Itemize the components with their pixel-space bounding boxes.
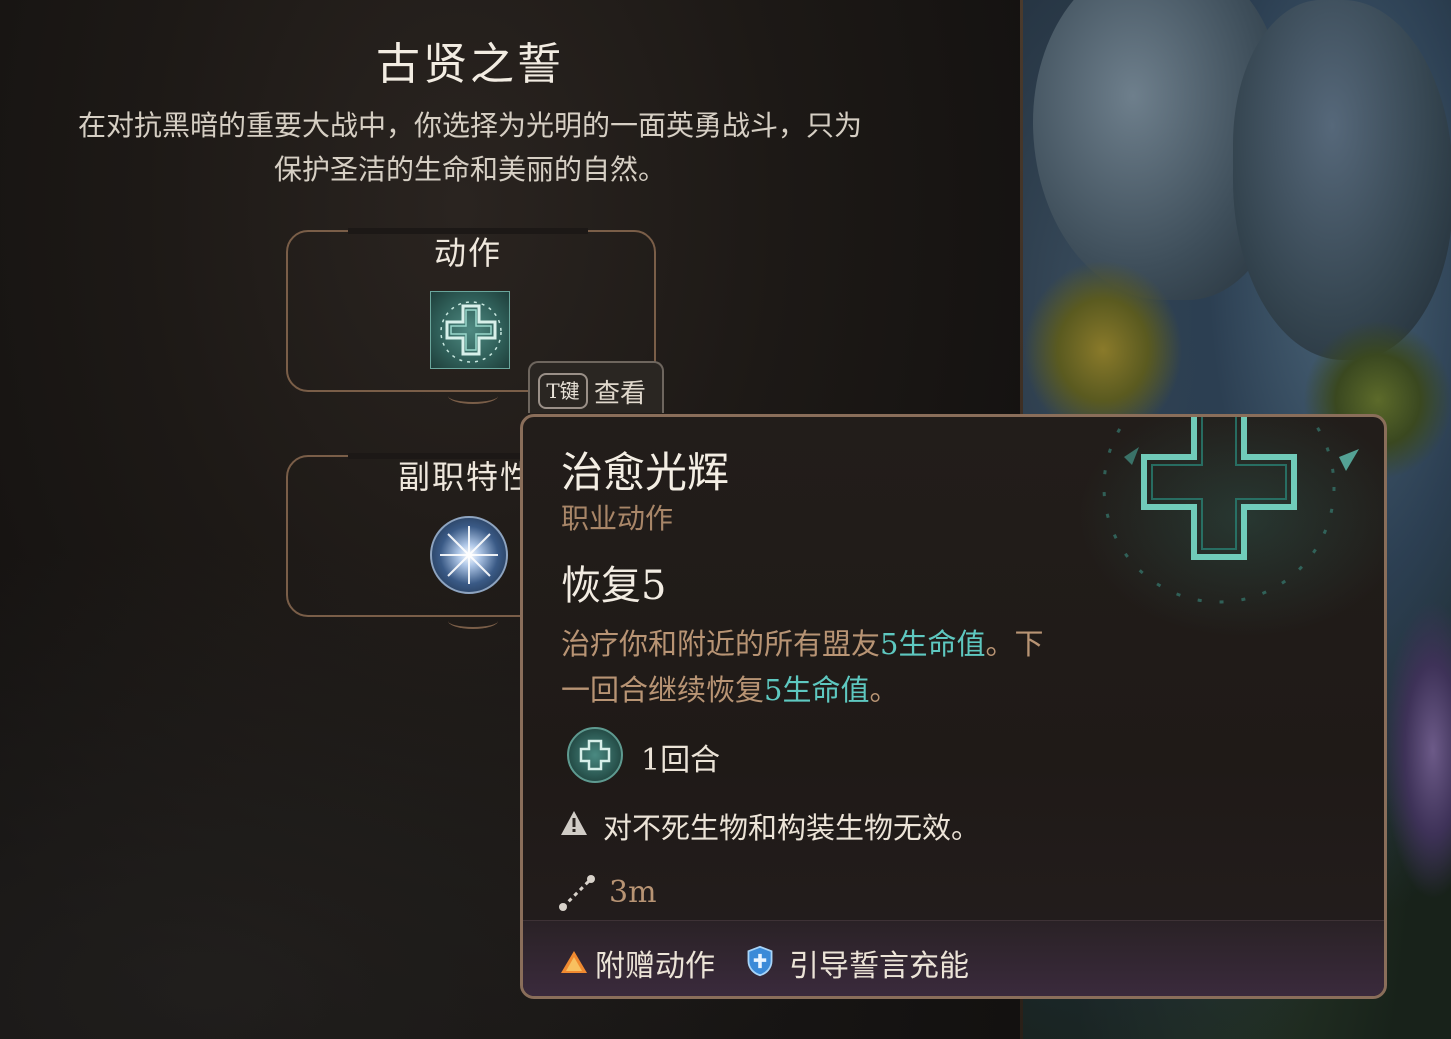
range-icon <box>559 875 595 911</box>
inspect-hint[interactable]: T键 查看 <box>528 361 664 413</box>
ability-heal-title: 恢复5 <box>561 563 667 609</box>
channel-oath-label: 引导誓言充能 <box>789 949 969 984</box>
tooltip-footer: 附赠动作 引导誓言充能 <box>523 920 1384 996</box>
heal-amount: 5生命值 <box>880 627 986 661</box>
warning-text: 对不死生物和构装生物无效。 <box>603 811 981 845</box>
oath-description-line: 保护圣洁的生命和美丽的自然。 <box>273 153 666 186</box>
duration-text: 1回合 <box>641 743 721 778</box>
ability-description: 治疗你和附近的所有盟友5生命值。下 一回合继续恢复5生命值。 <box>561 621 1121 713</box>
bonus-action-label: 附赠动作 <box>595 949 715 984</box>
foliage <box>1023 260 1183 440</box>
healing-cross-icon <box>567 727 623 783</box>
oath-title: 古贤之誓 <box>376 39 564 90</box>
large-healing-cross-icon <box>1102 417 1359 604</box>
starburst-feat-icon[interactable] <box>430 516 508 594</box>
actions-label: 动作 <box>434 234 503 272</box>
oath-description-line: 在对抗黑暗的重要大战中，你选择为光明的一面英勇战斗，只为 <box>77 109 862 142</box>
desc-text: 。下 <box>985 627 1044 661</box>
heal-amount: 5生命值 <box>764 673 870 707</box>
healing-radiance-icon[interactable] <box>430 291 510 369</box>
feats-label: 副职特性 <box>398 458 524 496</box>
t-key-badge: T键 <box>538 373 588 409</box>
ability-type: 职业动作 <box>561 502 674 535</box>
oath-description: 在对抗黑暗的重要大战中，你选择为光明的一面英勇战斗，只为 保护圣洁的生命和美丽的… <box>20 104 920 192</box>
desc-text: 一回合继续恢复 <box>561 673 765 707</box>
ability-name: 治愈光辉 <box>561 448 730 497</box>
cross-icon <box>440 301 502 363</box>
range-text: 3m <box>609 875 657 910</box>
bonus-action-triangle-icon <box>561 951 587 973</box>
warning-icon <box>561 811 587 835</box>
desc-text: 。 <box>869 673 899 707</box>
ability-tooltip: 治愈光辉 职业动作 恢复5 治疗你和附近的所有盟友5生命值。下 一回合继续恢复5生… <box>520 414 1387 999</box>
inspect-label: 查看 <box>594 379 647 409</box>
starburst-icon <box>440 526 498 584</box>
rock-formation <box>1233 0 1451 360</box>
desc-text: 治疗你和附近的所有盟友 <box>561 627 881 661</box>
lavender-foliage <box>1383 600 1451 900</box>
shield-icon <box>747 945 773 977</box>
